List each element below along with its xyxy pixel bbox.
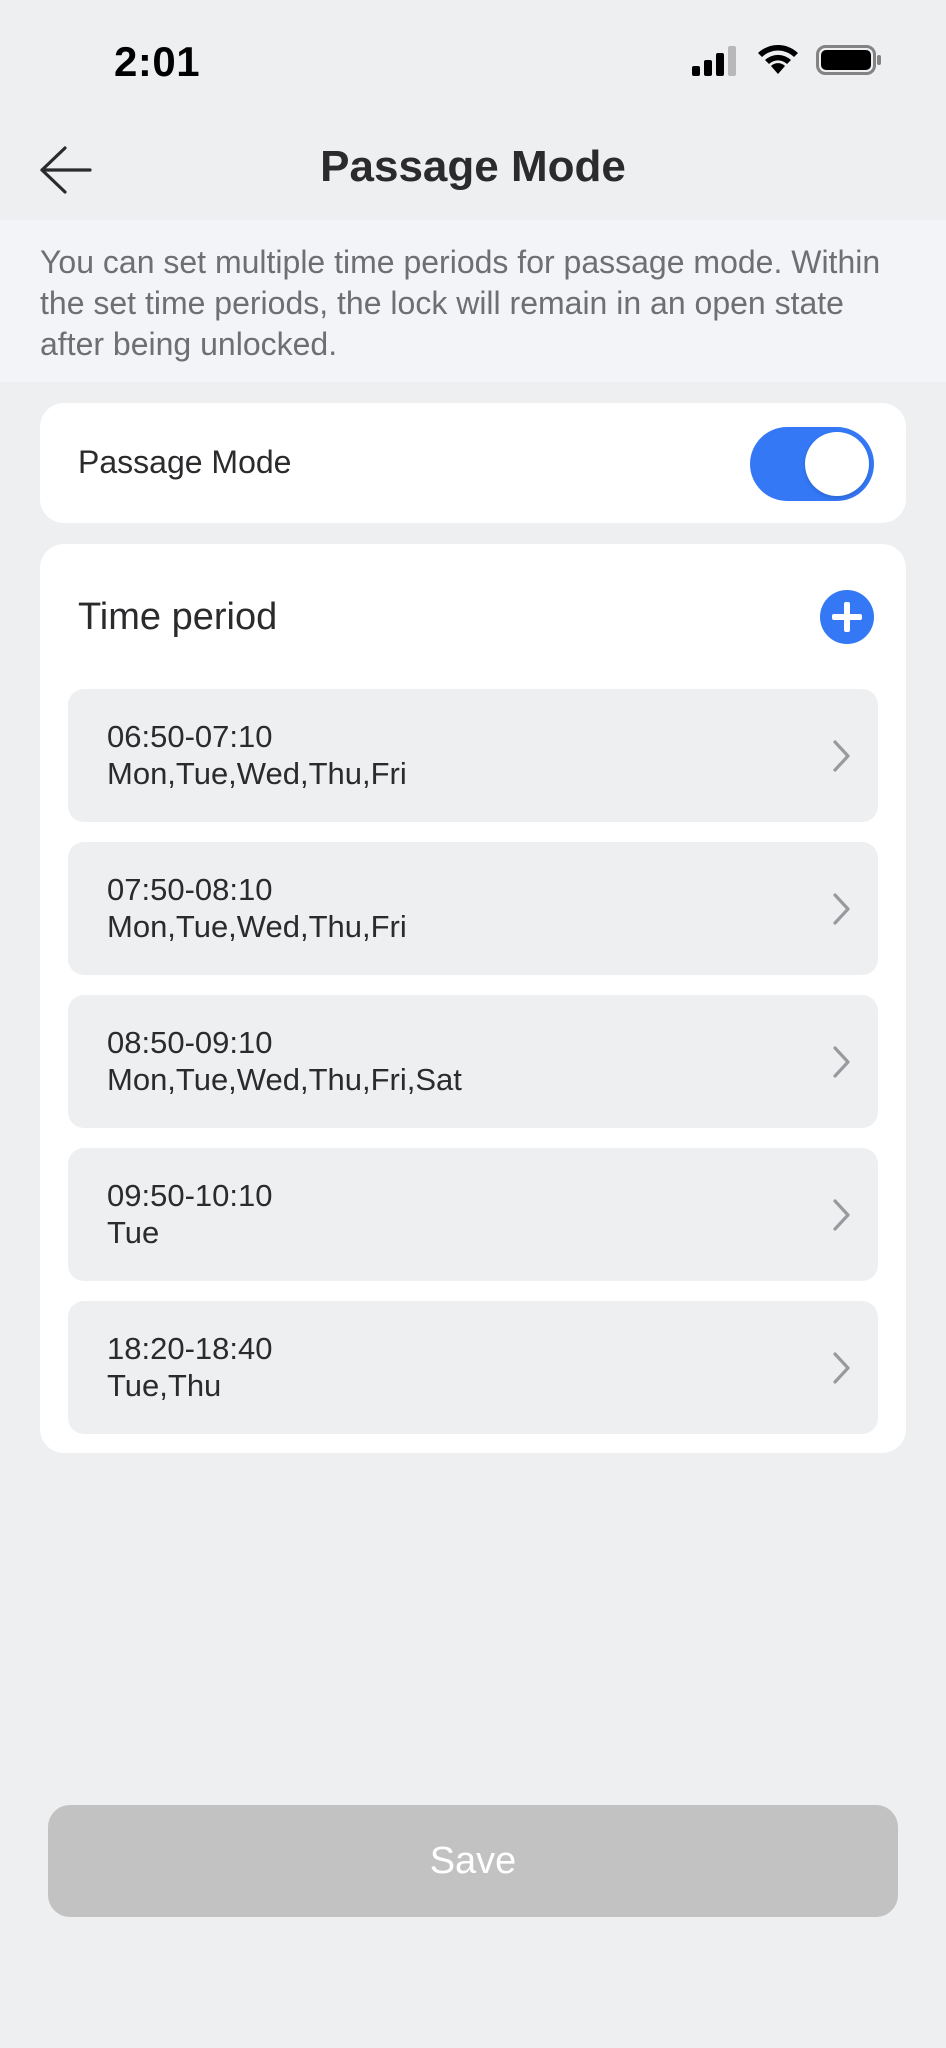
status-icons: [692, 44, 882, 76]
chevron-right-icon: [833, 893, 850, 925]
time-periods-card: Time period 06:50-07:10 Mon,Tue,Wed,Thu,…: [40, 544, 906, 1453]
period-days: Tue,Thu: [107, 1368, 222, 1403]
period-time: 09:50-10:10: [107, 1178, 273, 1213]
passage-mode-toggle[interactable]: [750, 427, 874, 501]
period-time: 08:50-09:10: [107, 1025, 273, 1060]
battery-icon: [816, 45, 881, 75]
time-period-list: 06:50-07:10 Mon,Tue,Wed,Thu,Fri 07:50-08…: [68, 689, 878, 1454]
chevron-right-icon: [833, 1199, 850, 1231]
period-days: Mon,Tue,Wed,Thu,Fri,Sat: [107, 1062, 462, 1097]
cellular-signal-icon: [692, 46, 736, 76]
chevron-right-icon: [833, 1046, 850, 1078]
nav-bar: Passage Mode: [0, 120, 946, 220]
toggle-knob: [805, 432, 869, 496]
page-title: Passage Mode: [320, 142, 626, 191]
time-period-item[interactable]: 06:50-07:10 Mon,Tue,Wed,Thu,Fri: [68, 689, 878, 822]
info-banner: You can set multiple time periods for pa…: [0, 220, 946, 382]
period-time: 18:20-18:40: [107, 1331, 273, 1366]
time-period-item[interactable]: 08:50-09:10 Mon,Tue,Wed,Thu,Fri,Sat: [68, 995, 878, 1128]
time-period-header: Time period: [78, 596, 278, 638]
time-period-item[interactable]: 09:50-10:10 Tue: [68, 1148, 878, 1281]
chevron-right-icon: [833, 740, 850, 772]
passage-mode-label: Passage Mode: [78, 444, 292, 480]
status-time: 2:01: [114, 38, 201, 85]
time-period-item[interactable]: 07:50-08:10 Mon,Tue,Wed,Thu,Fri: [68, 842, 878, 975]
passage-mode-card: Passage Mode: [40, 403, 906, 523]
time-period-item[interactable]: 18:20-18:40 Tue,Thu: [68, 1301, 878, 1434]
period-days: Mon,Tue,Wed,Thu,Fri: [107, 909, 407, 944]
chevron-right-icon: [833, 1352, 850, 1384]
period-days: Mon,Tue,Wed,Thu,Fri: [107, 756, 407, 791]
status-bar: 2:01: [0, 0, 946, 120]
period-time: 06:50-07:10: [107, 719, 273, 754]
save-button[interactable]: Save: [48, 1805, 898, 1917]
period-days: Tue: [107, 1215, 160, 1250]
wifi-icon: [758, 45, 798, 74]
add-time-period-button[interactable]: [820, 590, 874, 644]
period-time: 07:50-08:10: [107, 872, 273, 907]
